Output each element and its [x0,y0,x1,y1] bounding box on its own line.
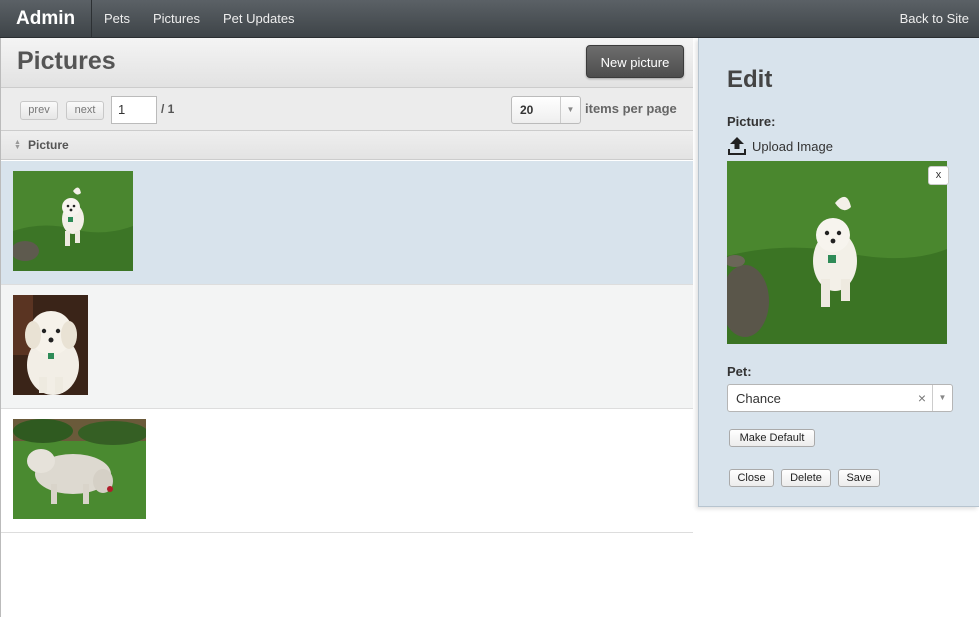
pet-select[interactable]: Chance × ▼ [727,384,953,412]
upload-icon [727,137,747,161]
upload-image-label: Upload Image [752,139,833,154]
page-number-input[interactable]: 1 [111,96,157,124]
picture-thumbnail[interactable] [13,295,88,395]
save-button[interactable]: Save [838,469,880,487]
column-header-picture[interactable]: ▲ ▼ Picture [1,131,693,160]
delete-button[interactable]: Delete [781,469,831,487]
make-default-button[interactable]: Make Default [729,429,815,447]
list-header: Pictures New picture [1,38,693,88]
table-row[interactable] [1,409,693,533]
picture-thumbnail[interactable] [13,171,133,271]
pet-label: Pet: [727,364,752,379]
edit-panel: Edit Picture: Upload Image x Pet: Chance… [698,38,979,507]
nav-item-pets[interactable]: Pets [104,0,130,38]
table-row[interactable] [1,285,693,409]
nav-item-pet-updates[interactable]: Pet Updates [223,0,295,38]
sort-icon: ▲ ▼ [14,139,21,151]
picture-thumbnail[interactable] [13,419,146,519]
back-to-site-link[interactable]: Back to Site [900,0,969,38]
chevron-down-icon: ▼ [560,97,580,123]
clear-icon[interactable]: × [918,390,926,406]
pagination-bar: prev next 1 / 1 20 ▼ items per page [1,88,693,131]
page-total: / 1 [161,102,175,116]
items-per-page-value: 20 [520,103,534,117]
next-page-button[interactable]: next [66,101,104,120]
table-row[interactable] [1,161,693,285]
nav-item-pictures[interactable]: Pictures [153,0,200,38]
picture-label: Picture: [727,114,776,129]
brand-link[interactable]: Admin [0,0,92,38]
picture-preview [727,161,947,344]
close-button[interactable]: Close [729,469,774,487]
new-picture-button[interactable]: New picture [586,45,684,78]
items-per-page-select[interactable]: 20 ▼ [511,96,581,124]
items-per-page-label: items per page [585,101,677,116]
top-navbar: Admin Pets Pictures Pet Updates Back to … [0,0,979,38]
prev-page-button[interactable]: prev [20,101,58,120]
chevron-down-icon[interactable]: ▼ [932,385,952,411]
edit-title: Edit [727,66,773,93]
page-title: Pictures [17,47,116,75]
pet-select-value: Chance [736,391,781,406]
pictures-list-panel: Pictures New picture prev next 1 / 1 20 … [0,38,693,617]
remove-image-button[interactable]: x [928,166,949,185]
column-header-label: Picture [28,138,69,152]
